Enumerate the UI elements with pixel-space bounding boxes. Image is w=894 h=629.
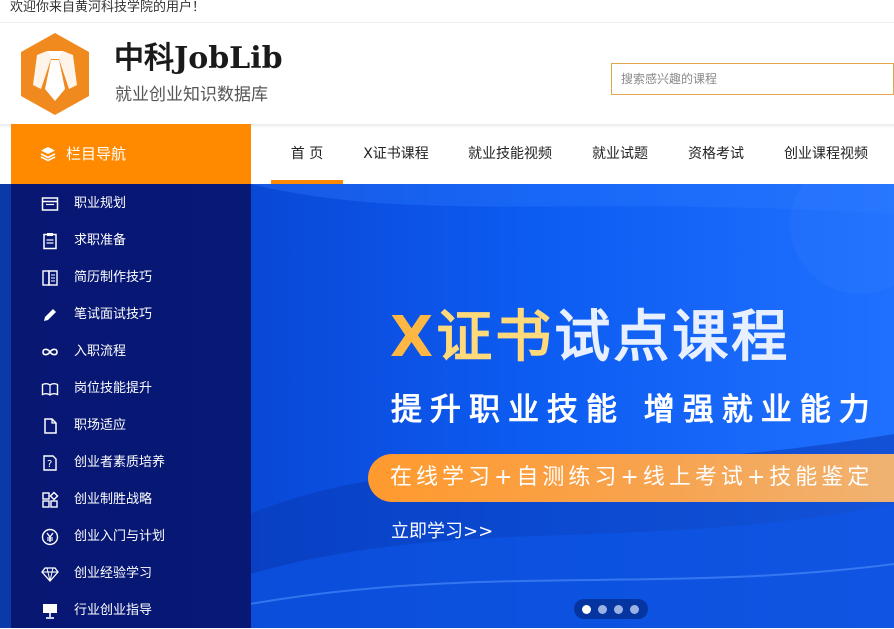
banner-title-x: X (390, 305, 437, 370)
presentation-icon (43, 604, 57, 619)
tab-startup-videos[interactable]: 创业课程视频 (783, 124, 869, 184)
sidebar-item-job-prep[interactable]: 求职准备 (11, 222, 251, 259)
tab-home[interactable]: 首 页 (271, 124, 343, 184)
sidebar-item-label: 简历制作技巧 (74, 270, 153, 285)
diamond-icon (41, 567, 59, 582)
carousel-dot[interactable] (630, 605, 639, 614)
open-book-icon (41, 383, 59, 396)
sidebar-item-label: 创业者素质培养 (74, 455, 166, 470)
sidebar-item-industry-guide[interactable]: 行业创业指导 (11, 592, 251, 629)
sidebar-item-label: 创业制胜战略 (74, 492, 153, 507)
start-learning-link[interactable]: 立即学习>> (391, 520, 493, 544)
sidebar-item-startup-experience[interactable]: 创业经验学习 (11, 555, 251, 592)
banner-pill-text: 在线学习+自测练习+线上考试+技能鉴定 (390, 465, 874, 490)
sidebar-item-career-planning[interactable]: 职业规划 (11, 185, 251, 222)
sidebar-item-startup-strategy[interactable]: 创业制胜战略 (11, 481, 251, 518)
sidebar-item-interview[interactable]: 笔试面试技巧 (11, 296, 251, 333)
carousel-indicators (574, 599, 648, 619)
banner-subtitle: 提升职业技能 增强就业能力 (391, 392, 878, 428)
grid-apps-icon (42, 491, 59, 508)
tab-x-certificate[interactable]: X证书课程 (363, 124, 429, 184)
banner-feature-pill: 在线学习+自测练习+线上考试+技能鉴定 (368, 454, 894, 502)
sidebar-menu: 职业规划 求职准备 简历制作技巧 笔试面试技巧 入职流程 岗位技能提升 职场适应… (11, 184, 251, 628)
clipboard-icon (43, 233, 57, 250)
banner-title: X证书试点课程 (390, 302, 790, 374)
banner-title-rest: 试点课程 (554, 305, 791, 370)
sidebar-item-label: 岗位技能提升 (74, 381, 153, 396)
tab-skill-videos[interactable]: 就业技能视频 (467, 124, 553, 184)
sidebar-item-label: 创业入门与计划 (74, 529, 166, 544)
layers-icon (40, 147, 56, 162)
resume-book-icon (42, 270, 58, 286)
sidebar-item-skills[interactable]: 岗位技能提升 (11, 370, 251, 407)
logo-necktie-icon[interactable] (19, 31, 91, 117)
svg-text:?: ? (47, 459, 52, 470)
document-icon (44, 418, 57, 434)
sidebar-item-label: 入职流程 (74, 344, 127, 359)
sidebar-item-startup-intro[interactable]: 创业入门与计划 (11, 518, 251, 555)
browser-window-icon (41, 197, 59, 211)
question-doc-icon: ? (43, 455, 57, 471)
carousel-dot[interactable] (598, 605, 607, 614)
tab-qualification-exam[interactable]: 资格考试 (687, 124, 745, 184)
sidebar-title: 栏目导航 (66, 145, 127, 163)
yen-circle-icon (41, 528, 59, 546)
header: 中科JobLib 就业创业知识数据库 (0, 23, 894, 124)
carousel-dot[interactable] (582, 605, 591, 614)
sidebar-header: 栏目导航 (11, 124, 251, 184)
sidebar-item-label: 笔试面试技巧 (74, 307, 153, 322)
tab-exam-questions[interactable]: 就业试题 (591, 124, 649, 184)
carousel-dot[interactable] (614, 605, 623, 614)
welcome-bar: 欢迎你来自黄河科技学院的用户！ (0, 0, 894, 23)
welcome-text: 欢迎你来自黄河科技学院的用户！ (10, 0, 206, 15)
pencil-icon (44, 309, 56, 321)
sidebar-item-label: 求职准备 (74, 233, 127, 248)
search-input[interactable] (611, 63, 894, 95)
sidebar-item-workplace[interactable]: 职场适应 (11, 407, 251, 444)
sidebar-item-resume[interactable]: 简历制作技巧 (11, 259, 251, 296)
sidebar-item-label: 职业规划 (74, 196, 127, 211)
sidebar-item-label: 创业经验学习 (74, 566, 153, 581)
banner-title-certificate: 证书 (436, 305, 555, 370)
sidebar-item-onboarding[interactable]: 入职流程 (11, 333, 251, 370)
sidebar-item-label: 行业创业指导 (74, 603, 153, 618)
logo-title[interactable]: 中科JobLib (114, 39, 283, 79)
infinity-icon (42, 348, 58, 356)
sidebar-item-label: 职场适应 (74, 418, 127, 433)
logo-subtitle: 就业创业知识数据库 (115, 85, 268, 105)
sidebar-item-entrepreneur-quality[interactable]: ? 创业者素质培养 (11, 444, 251, 481)
